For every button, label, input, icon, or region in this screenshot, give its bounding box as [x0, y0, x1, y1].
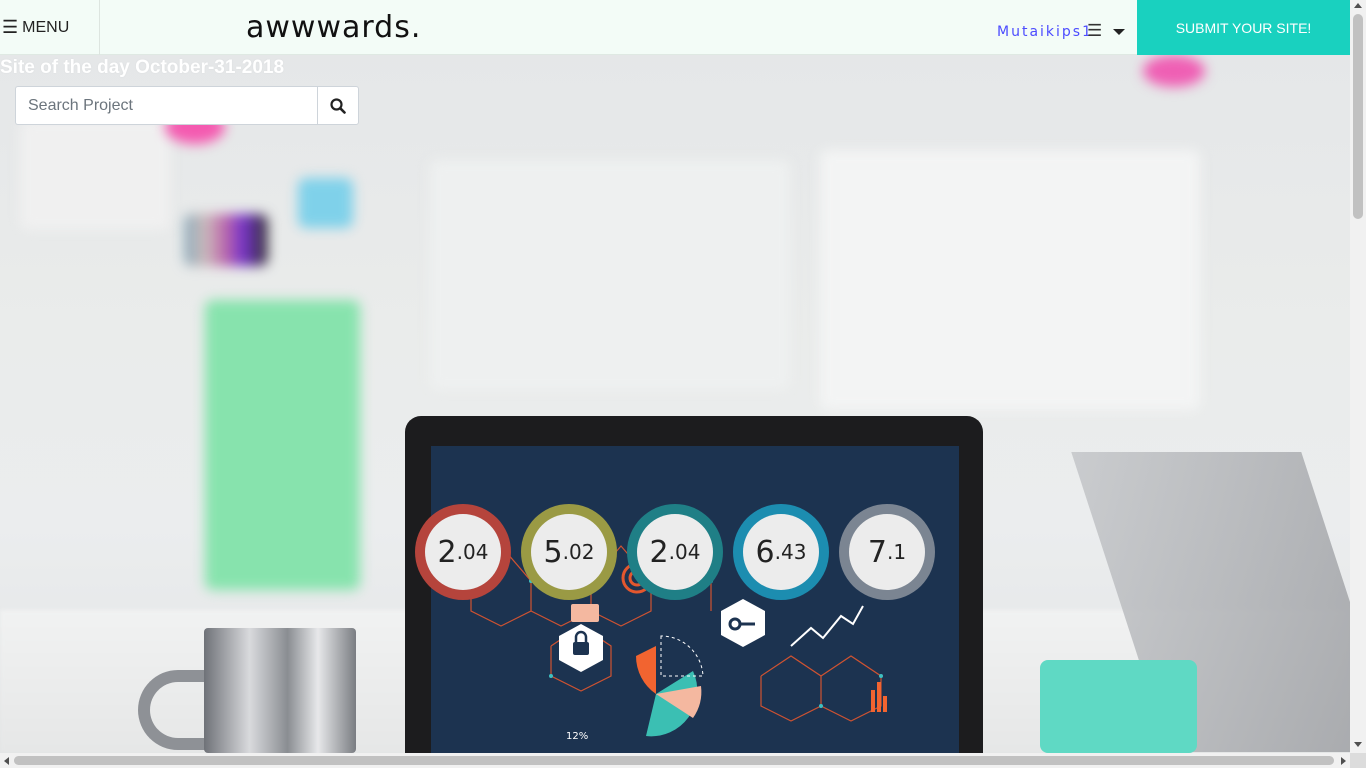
bg-papers-center: [430, 160, 790, 390]
screen-label-text: 12%: [566, 731, 588, 742]
bg-color-swatches: [184, 214, 268, 266]
score-dial: 2.04: [415, 504, 511, 600]
scroll-up-arrow[interactable]: [1354, 3, 1362, 8]
site-of-the-day-heading: Site of the day October-31-2018: [0, 57, 285, 78]
caret-down-icon[interactable]: [1113, 29, 1125, 35]
username-link[interactable]: Mutaikips1: [997, 24, 1093, 40]
search-icon: [330, 97, 346, 114]
vertical-scrollbar[interactable]: [1350, 0, 1366, 753]
bg-speaker: [1040, 660, 1197, 753]
score-dial: 2.04: [627, 504, 723, 600]
bg-papers-right: [820, 150, 1200, 410]
laptop-screen: 12% 2.04 5.02 2.04 6.43 7.1: [415, 446, 959, 753]
bg-paper: [20, 120, 170, 230]
menu-label: MENU: [22, 18, 70, 36]
score-dial: 5.02: [521, 504, 617, 600]
search-button[interactable]: [317, 86, 359, 125]
menu-button[interactable]: ☰ MENU: [0, 0, 100, 55]
submit-site-button[interactable]: SUBMIT YOUR SITE!: [1137, 0, 1350, 55]
search-form: [15, 86, 359, 125]
bg-green-poster: [205, 300, 360, 590]
brand-logo[interactable]: awwwards.: [246, 10, 421, 45]
horizontal-scroll-thumb[interactable]: [14, 756, 1334, 765]
scroll-down-arrow[interactable]: [1354, 742, 1362, 747]
mug-handle: [138, 670, 210, 750]
top-navbar: ☰ MENU awwwards. Mutaikips1 ☰ SUBMIT YOU…: [0, 0, 1350, 55]
scroll-left-arrow[interactable]: [4, 757, 9, 765]
search-input[interactable]: [15, 86, 317, 125]
horizontal-scrollbar[interactable]: [0, 753, 1350, 768]
scrollbar-corner: [1350, 753, 1366, 768]
bg-pink-ring: [1143, 55, 1205, 87]
score-dial: 6.43: [733, 504, 829, 600]
bg-sticky-note-blue: [298, 178, 353, 228]
coffee-mug: [204, 628, 356, 753]
hamburger-icon: ☰: [2, 17, 19, 37]
user-menu-icon[interactable]: ☰: [1087, 21, 1102, 41]
laptop: 12% 2.04 5.02 2.04 6.43 7.1: [405, 416, 983, 753]
scroll-right-arrow[interactable]: [1341, 757, 1346, 765]
score-dial: 7.1: [839, 504, 935, 600]
vertical-scroll-thumb[interactable]: [1353, 14, 1363, 219]
